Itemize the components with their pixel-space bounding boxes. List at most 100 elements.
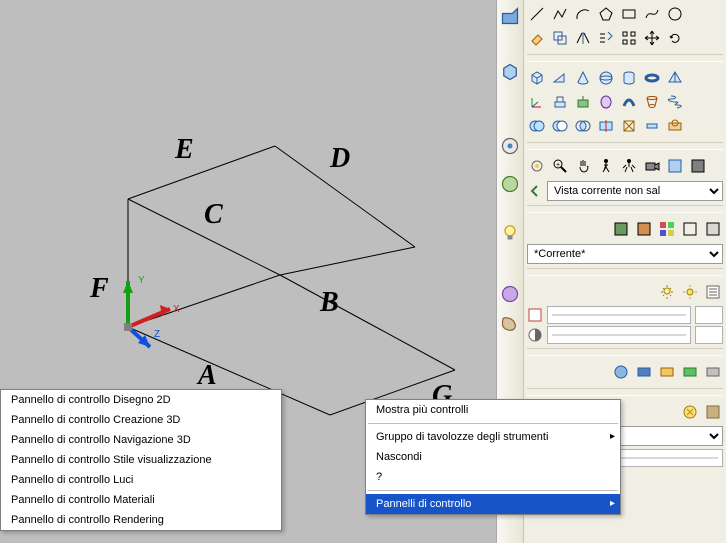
attach-material-icon[interactable] bbox=[657, 362, 677, 382]
vs-conceptual-icon[interactable] bbox=[634, 219, 654, 239]
label-c: C bbox=[204, 199, 223, 230]
draw2d-tools bbox=[527, 2, 723, 26]
solid-primitives bbox=[527, 66, 723, 90]
vs-manager-icon[interactable] bbox=[657, 219, 677, 239]
render-panel-icon[interactable] bbox=[500, 314, 520, 334]
move-icon[interactable] bbox=[642, 28, 662, 48]
walk-icon[interactable] bbox=[596, 156, 616, 176]
visual-style-dropdown[interactable]: *Corrente* bbox=[527, 244, 723, 264]
pan-icon[interactable] bbox=[573, 156, 593, 176]
camera-icon[interactable] bbox=[642, 156, 662, 176]
polygon-icon[interactable] bbox=[596, 4, 616, 24]
contrast-value[interactable] bbox=[695, 326, 723, 344]
union-icon[interactable] bbox=[527, 116, 547, 136]
circle-icon[interactable] bbox=[665, 4, 685, 24]
section-icon[interactable] bbox=[619, 116, 639, 136]
create-light-icon[interactable] bbox=[657, 282, 677, 302]
panels-submenu: Pannello di controllo Disegno 2D Pannell… bbox=[0, 389, 282, 531]
erase-icon[interactable] bbox=[527, 28, 547, 48]
sphere-icon[interactable] bbox=[596, 68, 616, 88]
parallel-icon[interactable] bbox=[688, 156, 708, 176]
menu-more-controls[interactable]: Mostra più controlli bbox=[366, 400, 620, 420]
vs-realistic-icon[interactable] bbox=[611, 219, 631, 239]
materials-window-icon[interactable] bbox=[611, 362, 631, 382]
submenu-item-lights[interactable]: Pannello di controllo Luci bbox=[1, 470, 281, 490]
submenu-item-create3d[interactable]: Pannello di controllo Creazione 3D bbox=[1, 410, 281, 430]
submenu-item-visstyle[interactable]: Pannello di controllo Stile visualizzazi… bbox=[1, 450, 281, 470]
perspective-icon[interactable] bbox=[665, 156, 685, 176]
sweep-icon[interactable] bbox=[619, 92, 639, 112]
sun-icon[interactable] bbox=[680, 282, 700, 302]
constrained-orbit-icon[interactable] bbox=[527, 156, 547, 176]
vs-edge-icon[interactable] bbox=[680, 219, 700, 239]
align-icon[interactable] bbox=[596, 28, 616, 48]
named-views-dropdown[interactable]: Vista corrente non sal bbox=[547, 181, 723, 201]
dashboard-context-menu: Mostra più controlli Gruppo di tavolozze… bbox=[365, 399, 621, 515]
menu-control-panels[interactable]: Pannelli di controllo bbox=[366, 494, 620, 514]
copy-icon[interactable] bbox=[550, 28, 570, 48]
contrast-icon bbox=[527, 327, 543, 343]
lights-tools bbox=[527, 280, 723, 304]
zoom-extents-icon[interactable]: + bbox=[550, 156, 570, 176]
remove-material-icon[interactable] bbox=[680, 362, 700, 382]
label-a: A bbox=[196, 360, 217, 391]
presspull-icon[interactable] bbox=[573, 92, 593, 112]
brightness-slider[interactable] bbox=[547, 306, 691, 324]
label-b: B bbox=[319, 287, 339, 318]
submenu-item-render[interactable]: Pannello di controllo Rendering bbox=[1, 510, 281, 530]
materials-panel-icon[interactable] bbox=[500, 284, 520, 304]
vs-xray-icon[interactable] bbox=[703, 219, 723, 239]
draw2d-panel-icon[interactable] bbox=[500, 6, 520, 26]
slice-icon[interactable] bbox=[596, 116, 616, 136]
create3d-panel-icon[interactable] bbox=[500, 62, 520, 82]
submenu-item-draw2d[interactable]: Pannello di controllo Disegno 2D bbox=[1, 390, 281, 410]
nav3d-panel-icon[interactable] bbox=[500, 136, 520, 156]
menu-separator bbox=[368, 423, 618, 424]
contrast-slider[interactable] bbox=[547, 326, 691, 344]
render-icon[interactable] bbox=[680, 402, 700, 422]
menu-tool-palettes[interactable]: Gruppo di tavolozze degli strumenti bbox=[366, 427, 620, 447]
ucs-icon[interactable] bbox=[527, 92, 547, 112]
menu-hide[interactable]: Nascondi bbox=[366, 447, 620, 467]
render-env-icon[interactable] bbox=[703, 402, 723, 422]
intersect-icon[interactable] bbox=[573, 116, 593, 136]
subtract-icon[interactable] bbox=[550, 116, 570, 136]
previous-view-icon[interactable] bbox=[527, 183, 543, 199]
polyline-icon[interactable] bbox=[550, 4, 570, 24]
brightness-value[interactable] bbox=[695, 306, 723, 324]
submenu-item-materials[interactable]: Pannello di controllo Materiali bbox=[1, 490, 281, 510]
thicken-icon[interactable] bbox=[642, 116, 662, 136]
svg-text:Y: Y bbox=[138, 275, 145, 286]
menu-separator bbox=[368, 490, 618, 491]
mirror-icon[interactable] bbox=[573, 28, 593, 48]
rectangle-icon[interactable] bbox=[619, 4, 639, 24]
label-f: F bbox=[89, 273, 109, 304]
menu-help[interactable]: ? bbox=[366, 467, 620, 487]
wedge-icon[interactable] bbox=[550, 68, 570, 88]
line-icon[interactable] bbox=[527, 4, 547, 24]
light-list-icon[interactable] bbox=[703, 282, 723, 302]
materials-tools bbox=[527, 360, 723, 384]
fly-icon[interactable] bbox=[619, 156, 639, 176]
lights-panel-icon[interactable] bbox=[500, 222, 520, 242]
svg-text:+: + bbox=[556, 162, 560, 169]
planar-map-icon[interactable] bbox=[634, 362, 654, 382]
cylinder-icon[interactable] bbox=[619, 68, 639, 88]
array-icon[interactable] bbox=[619, 28, 639, 48]
pyramid-icon[interactable] bbox=[665, 68, 685, 88]
material-toggle-icon[interactable] bbox=[703, 362, 723, 382]
rotate-icon[interactable] bbox=[665, 28, 685, 48]
box-icon[interactable] bbox=[527, 68, 547, 88]
submenu-item-nav3d[interactable]: Pannello di controllo Navigazione 3D bbox=[1, 430, 281, 450]
cone-icon[interactable] bbox=[573, 68, 593, 88]
revolve-icon[interactable] bbox=[596, 92, 616, 112]
spline-icon[interactable] bbox=[642, 4, 662, 24]
torus-icon[interactable] bbox=[642, 68, 662, 88]
helix-icon[interactable] bbox=[665, 92, 685, 112]
arc-icon[interactable] bbox=[573, 4, 593, 24]
svg-text:Z: Z bbox=[154, 329, 160, 340]
extrude-icon[interactable] bbox=[550, 92, 570, 112]
visualstyle-panel-icon[interactable] bbox=[500, 174, 520, 194]
loft-icon[interactable] bbox=[642, 92, 662, 112]
imprint-icon[interactable] bbox=[665, 116, 685, 136]
